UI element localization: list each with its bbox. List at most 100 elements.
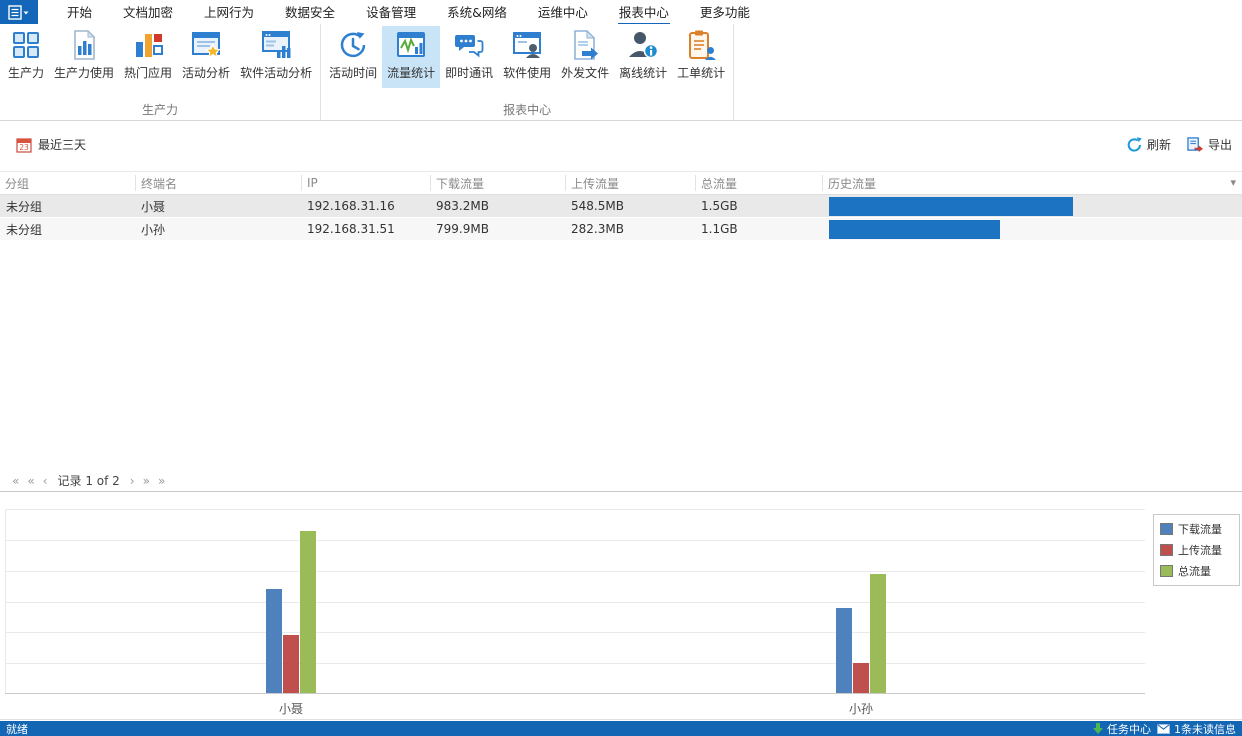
menu-tab-internet-behavior[interactable]: 上网行为 (202, 0, 256, 24)
download-arrow-icon (1093, 723, 1103, 735)
chart-legend: 下载流量 上传流量 总流量 (1153, 514, 1240, 586)
grid-icon (10, 29, 42, 61)
column-header-upload[interactable]: 上传流量 (565, 175, 695, 191)
column-header-terminal[interactable]: 终端名 (135, 175, 301, 191)
table-row[interactable]: 未分组 小聂 192.168.31.16 983.2MB 548.5MB 1.5… (0, 195, 1242, 218)
ribbon-item-label: 工单统计 (677, 64, 725, 81)
ribbon-item-work-order-stats[interactable]: 工单统计 (672, 26, 730, 88)
history-traffic-bar (829, 220, 1000, 239)
pagination-first-button[interactable]: « (8, 474, 23, 488)
ribbon-item-label: 活动时间 (329, 64, 377, 81)
menu-tab-report-center[interactable]: 报表中心 (617, 0, 671, 24)
ribbon-item-label: 软件使用 (503, 64, 551, 81)
ribbon-item-software-usage[interactable]: 软件使用 (498, 26, 556, 88)
chart-gridline (6, 571, 1145, 572)
pagination-last-button[interactable]: » (154, 474, 169, 488)
column-header-download[interactable]: 下载流量 (430, 175, 565, 191)
task-center-button[interactable]: 任务中心 (1093, 721, 1151, 736)
chart-bar (836, 608, 852, 693)
legend-label: 下载流量 (1178, 521, 1222, 537)
legend-swatch-total (1160, 565, 1173, 577)
ribbon: 生产力 生产力使用 (0, 24, 1242, 121)
ribbon-item-outgoing-files[interactable]: 外发文件 (556, 26, 614, 88)
ribbon-item-productivity[interactable]: 生产力 (3, 26, 49, 88)
column-header-history[interactable]: 历史流量 (822, 175, 1222, 191)
ribbon-item-label: 即时通讯 (445, 64, 493, 81)
ribbon-item-activity-analysis[interactable]: 活动分析 (177, 26, 235, 88)
ribbon-item-productivity-usage[interactable]: 生产力使用 (49, 26, 119, 88)
history-clock-icon (337, 29, 369, 61)
menu-tab-document-encryption[interactable]: 文档加密 (121, 0, 175, 24)
cell-download: 983.2MB (430, 195, 565, 217)
pagination-prev-button[interactable]: ‹ (39, 474, 52, 488)
chart-gridline (6, 602, 1145, 603)
refresh-label: 刷新 (1147, 136, 1171, 153)
ribbon-group-productivity: 生产力 生产力使用 (0, 24, 321, 120)
ribbon-group-label-report-center: 报表中心 (324, 101, 730, 118)
traffic-table: 分组 终端名 IP 下载流量 上传流量 总流量 历史流量 ▾ 未分组 小聂 19… (0, 171, 1242, 241)
chart-plot-area: 小聂小孙 (5, 509, 1145, 694)
clipboard-user-icon (685, 29, 717, 61)
column-header-group[interactable]: 分组 (0, 175, 135, 191)
chart-bar (300, 531, 316, 693)
legend-swatch-upload (1160, 544, 1173, 556)
cell-group: 未分组 (0, 195, 135, 217)
table-row[interactable]: 未分组 小孙 192.168.31.51 799.9MB 282.3MB 1.1… (0, 218, 1242, 241)
pagination-bar: « « ‹ 记录 1 of 2 › » » (0, 470, 1242, 492)
legend-entry-download: 下载流量 (1160, 521, 1233, 537)
status-ready-label: 就绪 (6, 721, 28, 736)
ribbon-group-report-center: 活动时间 流量统计 (321, 24, 734, 120)
app-menu-icon (8, 5, 30, 20)
pagination-next-page-button[interactable]: » (139, 474, 154, 488)
window-star-icon (190, 29, 222, 61)
menu-tab-start[interactable]: 开始 (65, 0, 94, 24)
chart-bar (870, 574, 886, 693)
window-chart-icon (260, 29, 292, 61)
date-range-filter[interactable]: 23 最近三天 (16, 136, 86, 153)
chart-bar (266, 589, 282, 693)
column-header-total[interactable]: 总流量 (695, 175, 822, 191)
ribbon-item-label: 流量统计 (387, 64, 435, 81)
unread-messages-button[interactable]: 1条未读信息 (1157, 721, 1236, 736)
column-header-ip[interactable]: IP (301, 175, 430, 191)
menu-tab-data-security[interactable]: 数据安全 (283, 0, 337, 24)
menu-tab-system-network[interactable]: 系统&网络 (445, 0, 509, 24)
menu-tab-ops-center[interactable]: 运维中心 (536, 0, 590, 24)
ribbon-item-label: 热门应用 (124, 64, 172, 81)
menu-tab-more-features[interactable]: 更多功能 (698, 0, 752, 24)
chart-gridline (6, 663, 1145, 664)
ribbon-item-offline-stats[interactable]: 离线统计 (614, 26, 672, 88)
ribbon-item-instant-messaging[interactable]: 即时通讯 (440, 26, 498, 88)
report-toolbar: 23 最近三天 刷新 导出 (0, 130, 1242, 160)
chart-category-label: 小聂 (251, 700, 331, 717)
task-center-label: 任务中心 (1107, 721, 1151, 736)
status-bar: 就绪 任务中心 1条未读信息 (0, 721, 1242, 736)
ribbon-item-hot-apps[interactable]: 热门应用 (119, 26, 177, 88)
refresh-button[interactable]: 刷新 (1127, 136, 1171, 153)
chart-bar (283, 635, 299, 693)
traffic-bar-chart: 小聂小孙 下载流量 上传流量 总流量 (0, 492, 1242, 720)
chart-gridline (6, 540, 1145, 541)
cell-upload: 548.5MB (565, 195, 695, 217)
app-window: 开始 文档加密 上网行为 数据安全 设备管理 系统&网络 运维中心 报表中心 更… (0, 0, 1242, 736)
export-label: 导出 (1208, 136, 1232, 153)
menu-bar: 开始 文档加密 上网行为 数据安全 设备管理 系统&网络 运维中心 报表中心 更… (0, 0, 1242, 24)
cell-ip: 192.168.31.16 (301, 195, 430, 217)
pagination-prev-page-button[interactable]: « (23, 474, 38, 488)
ribbon-item-label: 活动分析 (182, 64, 230, 81)
ribbon-item-activity-time[interactable]: 活动时间 (324, 26, 382, 88)
pagination-next-button[interactable]: › (126, 474, 139, 488)
legend-label: 总流量 (1178, 563, 1211, 579)
ribbon-item-traffic-stats[interactable]: 流量统计 (382, 26, 440, 88)
colored-bars-icon (132, 29, 164, 61)
app-menu-button[interactable] (0, 0, 38, 24)
ribbon-item-software-activity-analysis[interactable]: 软件活动分析 (235, 26, 317, 88)
export-button[interactable]: 导出 (1187, 136, 1232, 153)
legend-label: 上传流量 (1178, 542, 1222, 558)
user-info-icon (627, 29, 659, 61)
ribbon-item-label: 离线统计 (619, 64, 667, 81)
calendar-icon: 23 (16, 137, 32, 153)
column-options-dropdown-icon[interactable]: ▾ (1230, 176, 1236, 189)
refresh-icon (1127, 137, 1142, 152)
menu-tab-device-management[interactable]: 设备管理 (364, 0, 418, 24)
